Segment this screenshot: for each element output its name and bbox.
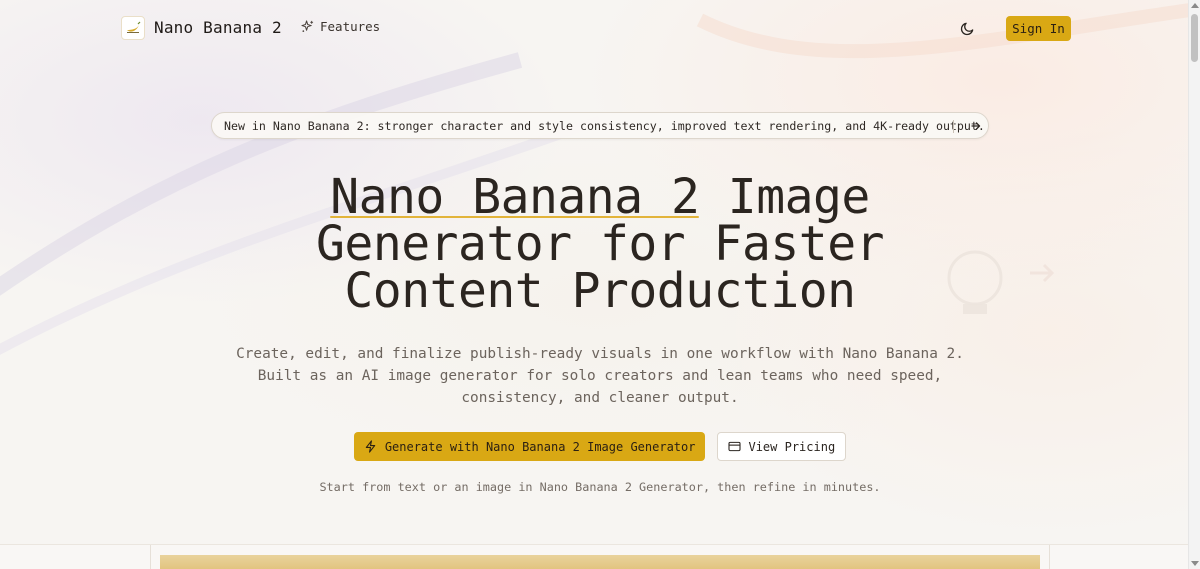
brand-logo[interactable] <box>121 16 145 40</box>
hero-title-line-3: Content Production <box>344 263 856 319</box>
preview-image <box>160 555 1040 569</box>
hero-subtitle-line-2: Built as an AI image generator for solo … <box>257 368 943 384</box>
hero-subtitle-line-3: consistency, and cleaner output. <box>461 390 739 406</box>
nav-features-label: Features <box>320 19 381 34</box>
view-pricing-label: View Pricing <box>748 439 836 454</box>
hero-title: Nano Banana 2 Image Generator for Faster… <box>0 169 1200 319</box>
site-header: Nano Banana 2 Features Sign In <box>0 0 1188 56</box>
brand-name[interactable]: Nano Banana 2 <box>154 18 282 37</box>
banana-logo-icon <box>127 21 141 33</box>
zap-icon <box>365 440 376 453</box>
announcement-text: New in Nano Banana 2: stronger character… <box>224 119 985 133</box>
generate-button-label: Generate with Nano Banana 2 Image Genera… <box>384 439 696 454</box>
sparkles-icon <box>301 20 314 32</box>
hero-subtitle: Create, edit, and finalize publish-ready… <box>200 343 1000 409</box>
page-scrollbar[interactable] <box>1188 0 1200 569</box>
nav-features-link[interactable]: Features <box>301 19 380 34</box>
arrow-right-icon[interactable] <box>969 118 983 134</box>
theme-toggle-button[interactable] <box>956 17 978 39</box>
hero-hint: Start from text or an image in Nano Bana… <box>319 480 881 494</box>
preview-frame-line-left <box>150 545 151 569</box>
scroll-up-arrow-icon[interactable] <box>1191 3 1199 8</box>
hero-cta-row: Generate with Nano Banana 2 Image Genera… <box>0 432 1200 461</box>
announcement-banner[interactable]: New in Nano Banana 2: stronger character… <box>211 112 989 139</box>
hero-title-line-1: Nano Banana 2 Image <box>0 169 1200 225</box>
hero-title-highlight: Nano Banana 2 <box>330 169 700 225</box>
generate-button[interactable]: Generate with Nano Banana 2 Image Genera… <box>353 432 706 461</box>
moon-icon <box>960 22 973 35</box>
sign-in-button[interactable]: Sign In <box>1006 16 1071 41</box>
announcement-divider <box>953 120 954 133</box>
preview-frame-line-right <box>1049 545 1050 569</box>
hero-subtitle-line-1: Create, edit, and finalize publish-ready… <box>236 346 964 362</box>
scroll-down-arrow-icon[interactable] <box>1191 561 1199 566</box>
credit-card-icon <box>728 441 742 452</box>
hero-title-line-2: Generator for Faster <box>316 216 884 272</box>
scrollbar-thumb[interactable] <box>1191 14 1198 62</box>
view-pricing-button[interactable]: View Pricing <box>717 432 847 461</box>
